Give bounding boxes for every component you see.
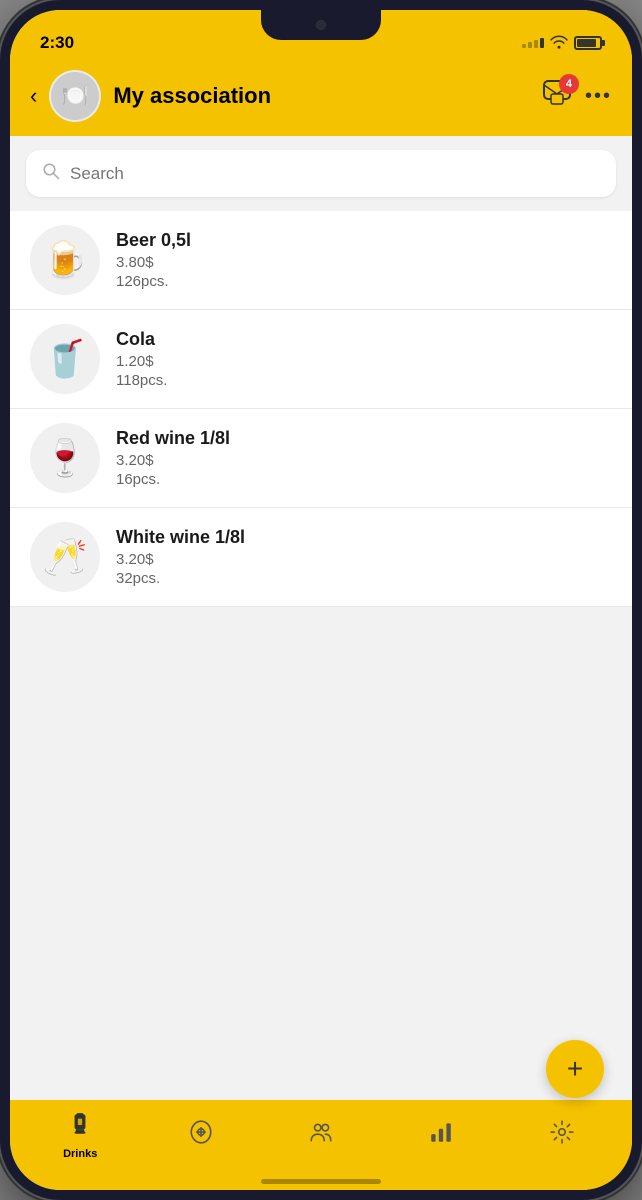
item-name: Cola: [116, 329, 612, 350]
item-price: 3.20$: [116, 551, 612, 568]
item-qty: 16pcs.: [116, 471, 612, 488]
nav-item-food[interactable]: [140, 1119, 260, 1152]
nav-item-stats[interactable]: [381, 1119, 501, 1152]
list-item[interactable]: 🍷 Red wine 1/8l 3.20$ 16pcs.: [10, 409, 632, 508]
signal-icon: [522, 38, 544, 48]
drinks-icon: [67, 1111, 93, 1144]
item-info: White wine 1/8l 3.20$ 32pcs.: [116, 527, 612, 587]
avatar: 🍽️: [49, 70, 101, 122]
plus-icon: +: [567, 1053, 583, 1085]
page-title: My association: [113, 83, 531, 109]
search-bar: [26, 150, 616, 197]
nav-item-settings[interactable]: [502, 1119, 622, 1152]
item-price: 1.20$: [116, 353, 612, 370]
add-button[interactable]: +: [546, 1040, 604, 1098]
nav-item-drinks[interactable]: Drinks: [20, 1111, 140, 1160]
notification-badge: 4: [559, 74, 579, 94]
item-thumbnail: 🥂: [30, 522, 100, 592]
home-indicator: [261, 1179, 381, 1184]
item-thumbnail: 🍷: [30, 423, 100, 493]
item-info: Red wine 1/8l 3.20$ 16pcs.: [116, 428, 612, 488]
header-actions: 4 •••: [543, 80, 612, 113]
item-qty: 126pcs.: [116, 273, 612, 290]
search-input[interactable]: [70, 164, 600, 184]
status-time: 2:30: [40, 33, 74, 53]
wifi-icon: [550, 35, 568, 52]
more-button[interactable]: •••: [585, 85, 612, 108]
header: ‹ 🍽️ My association 4 •••: [10, 62, 632, 136]
members-icon: [308, 1119, 334, 1152]
food-icon: [188, 1119, 214, 1152]
item-price: 3.80$: [116, 254, 612, 271]
item-thumbnail: 🍺: [30, 225, 100, 295]
search-section: [10, 136, 632, 211]
list-item[interactable]: 🥂 White wine 1/8l 3.20$ 32pcs.: [10, 508, 632, 607]
item-name: Beer 0,5l: [116, 230, 612, 251]
stats-icon: [428, 1119, 454, 1152]
search-icon: [42, 162, 60, 185]
list-item[interactable]: 🍺 Beer 0,5l 3.80$ 126pcs.: [10, 211, 632, 310]
item-qty: 32pcs.: [116, 570, 612, 587]
status-icons: [522, 35, 602, 52]
item-info: Beer 0,5l 3.80$ 126pcs.: [116, 230, 612, 290]
item-name: White wine 1/8l: [116, 527, 612, 548]
items-list: 🍺 Beer 0,5l 3.80$ 126pcs. 🥤 Cola 1.20$ 1…: [10, 211, 632, 1100]
notification-button[interactable]: 4: [543, 80, 571, 113]
item-thumbnail: 🥤: [30, 324, 100, 394]
back-button[interactable]: ‹: [30, 85, 37, 107]
item-qty: 118pcs.: [116, 372, 612, 389]
item-name: Red wine 1/8l: [116, 428, 612, 449]
item-price: 3.20$: [116, 452, 612, 469]
notch: [261, 10, 381, 40]
bottom-nav: Drinks: [10, 1100, 632, 1190]
drinks-label: Drinks: [63, 1148, 97, 1160]
settings-icon: [549, 1119, 575, 1152]
camera: [316, 20, 326, 30]
screen: 2:30 ‹ 🍽️ My a: [10, 10, 632, 1190]
item-info: Cola 1.20$ 118pcs.: [116, 329, 612, 389]
list-item[interactable]: 🥤 Cola 1.20$ 118pcs.: [10, 310, 632, 409]
nav-item-members[interactable]: [261, 1119, 381, 1152]
battery-icon: [574, 36, 602, 50]
phone-frame: 2:30 ‹ 🍽️ My a: [0, 0, 642, 1200]
